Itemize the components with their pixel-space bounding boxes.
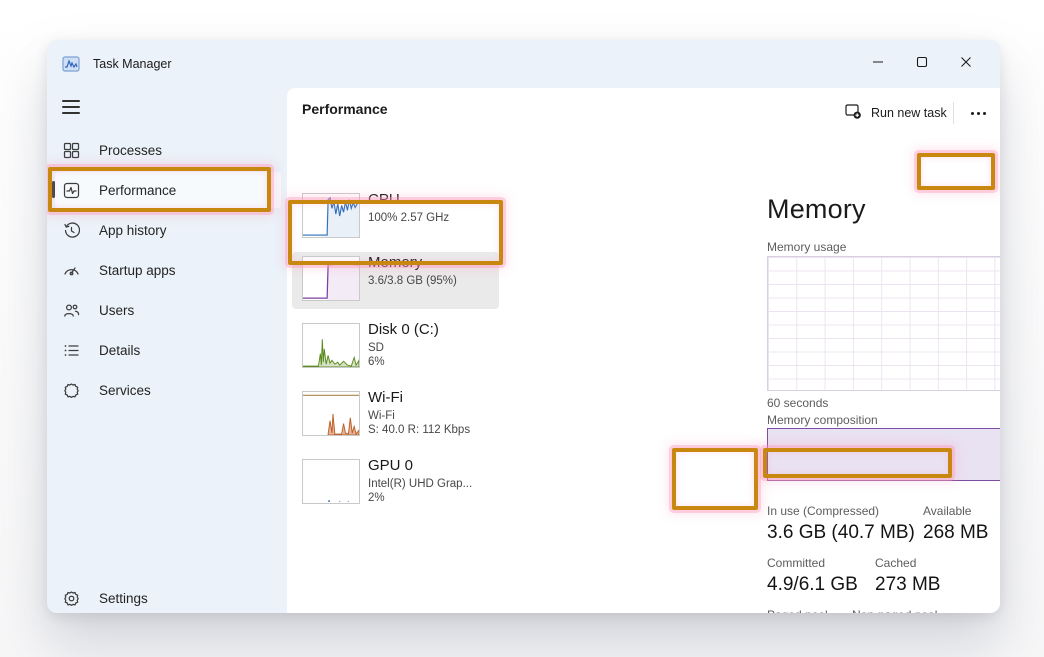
cpu-sparkline	[302, 193, 360, 238]
run-new-task-icon	[845, 103, 862, 123]
sidebar-item-label: App history	[99, 223, 167, 238]
maximize-button[interactable]	[900, 46, 944, 78]
memory-usage-graph	[767, 256, 1000, 391]
users-icon	[63, 302, 80, 319]
sidebar-item-label: Details	[99, 343, 140, 358]
stat-value: 4.9/6.1 GB	[767, 574, 858, 595]
window-title: Task Manager	[93, 57, 172, 71]
services-icon	[63, 382, 80, 399]
stat-value: 268 MB	[923, 522, 988, 543]
disk-sparkline	[302, 323, 360, 368]
sidebar-item-services[interactable]: Services	[55, 372, 281, 408]
list-item-subtitle2: 2%	[368, 492, 385, 504]
minimize-button[interactable]	[856, 46, 900, 78]
stat-value: 3.6 GB (40.7 MB)	[767, 522, 915, 543]
memory-composition-label: Memory composition	[767, 413, 878, 427]
sidebar-item-label: Processes	[99, 143, 162, 158]
list-item-subtitle: SD	[368, 342, 384, 354]
navigation-menu-icon[interactable]	[55, 92, 89, 122]
sidebar-item-label: Settings	[99, 591, 148, 606]
list-item-title: CPU	[368, 191, 400, 208]
memory-usage-series	[768, 257, 1000, 390]
sidebar-item-settings[interactable]: Settings	[55, 580, 281, 613]
stat-label: In use (Compressed)	[767, 504, 915, 518]
list-item-subtitle2: 6%	[368, 356, 385, 368]
header-divider	[953, 102, 954, 124]
sidebar-item-performance[interactable]: Performance	[55, 172, 281, 208]
more-options-icon[interactable]	[961, 102, 995, 124]
sidebar-item-label: Startup apps	[99, 263, 176, 278]
sidebar-item-details[interactable]: Details	[55, 332, 281, 368]
list-item-subtitle: 3.6/3.8 GB (95%)	[368, 275, 457, 287]
performance-list: CPU 100% 2.57 GHz Memory 3.6/3.8 GB (95%…	[287, 136, 527, 613]
stat-committed: Committed 4.9/6.1 GB	[767, 556, 858, 596]
run-new-task-label: Run new task	[871, 106, 947, 120]
titlebar: Task Manager	[47, 40, 1000, 88]
gpu-sparkline	[302, 459, 360, 504]
stat-label: Cached	[875, 556, 940, 570]
details-icon	[63, 342, 80, 359]
stat-label: Paged pool	[767, 608, 832, 613]
sidebar-item-startup-apps[interactable]: Startup apps	[55, 252, 281, 288]
stat-value: 273 MB	[875, 574, 940, 595]
composition-in-use-segment	[768, 429, 1000, 480]
settings-gear-icon	[63, 590, 80, 607]
memory-sparkline	[302, 256, 360, 301]
list-item-subtitle: Intel(R) UHD Grap...	[368, 478, 472, 490]
stat-in-use: In use (Compressed) 3.6 GB (40.7 MB)	[767, 504, 915, 544]
stat-available: Available 268 MB	[923, 504, 988, 544]
task-manager-app-icon	[62, 55, 80, 73]
stat-label: Non-paged pool	[852, 608, 937, 613]
sidebar-item-label: Services	[99, 383, 151, 398]
list-item-title: Wi-Fi	[368, 389, 403, 406]
wifi-sparkline	[302, 391, 360, 436]
startup-apps-icon	[63, 262, 80, 279]
memory-panel-title: Memory	[767, 194, 866, 225]
page-title: Performance	[302, 101, 388, 117]
performance-icon	[63, 182, 80, 199]
stat-non-paged-pool: Non-paged pool 247 MB	[852, 608, 937, 613]
graph-x-axis-left-label: 60 seconds	[767, 396, 828, 410]
task-manager-window: Task Manager Processes	[47, 40, 1000, 613]
selected-nav-indicator	[52, 181, 55, 198]
processes-icon	[63, 142, 80, 159]
memory-usage-label: Memory usage	[767, 240, 846, 254]
list-item-subtitle: Wi-Fi	[368, 410, 395, 422]
list-item-subtitle2: S: 40.0 R: 112 Kbps	[368, 424, 470, 436]
run-new-task-button[interactable]: Run new task	[837, 98, 955, 128]
app-history-icon	[63, 222, 80, 239]
sidebar-item-processes[interactable]: Processes	[55, 132, 281, 168]
sidebar-item-label: Performance	[99, 183, 176, 198]
list-item-subtitle: 100% 2.57 GHz	[368, 212, 449, 224]
stat-cached: Cached 273 MB	[875, 556, 940, 596]
sidebar-item-users[interactable]: Users	[55, 292, 281, 328]
list-item-title: Memory	[368, 254, 422, 271]
stat-paged-pool: Paged pool 408 MB	[767, 608, 832, 613]
stat-label: Available	[923, 504, 988, 518]
content-panel: Performance Run new task CPU 100% 2.57 G…	[287, 88, 1000, 613]
window-controls	[856, 46, 988, 78]
list-item-title: GPU 0	[368, 457, 413, 474]
screenshot-canvas: Task Manager Processes	[0, 0, 1044, 657]
sidebar-item-label: Users	[99, 303, 134, 318]
list-item-title: Disk 0 (C:)	[368, 321, 439, 338]
sidebar-item-app-history[interactable]: App history	[55, 212, 281, 248]
memory-composition-bar[interactable]	[767, 428, 1000, 481]
close-button[interactable]	[944, 46, 988, 78]
stat-label: Committed	[767, 556, 858, 570]
